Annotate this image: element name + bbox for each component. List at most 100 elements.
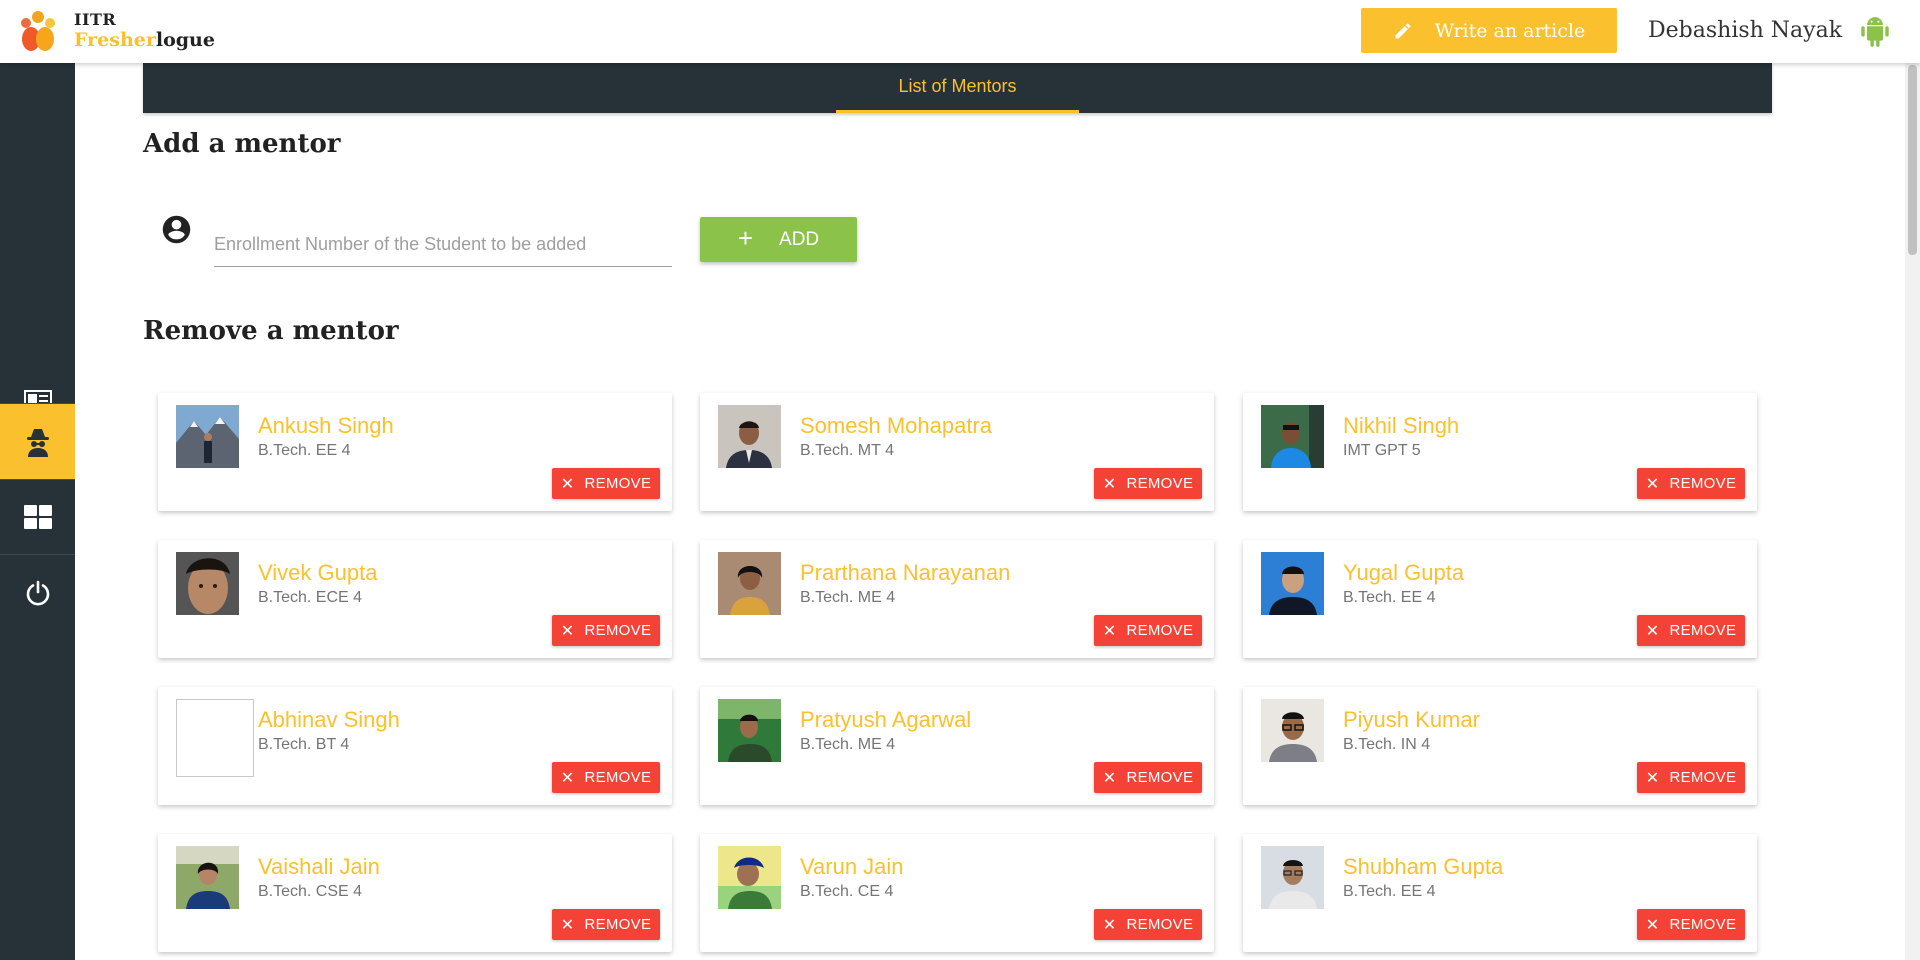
remove-button-label: REMOVE xyxy=(584,916,652,933)
close-icon: ✕ xyxy=(560,916,575,934)
close-icon: ✕ xyxy=(1645,622,1660,640)
sidebar-item-mentors[interactable] xyxy=(0,404,75,479)
mentor-avatar xyxy=(176,846,239,909)
mentor-program: B.Tech. BT 4 xyxy=(258,736,350,753)
mentor-name[interactable]: Ankush Singh xyxy=(258,413,394,439)
remove-mentor-button[interactable]: ✕ REMOVE xyxy=(552,468,660,499)
mentor-avatar xyxy=(1261,846,1324,909)
user-name[interactable]: Debashish Nayak xyxy=(1648,18,1842,43)
mentor-program: B.Tech. EE 4 xyxy=(1343,883,1436,900)
close-icon: ✕ xyxy=(1645,769,1660,787)
close-icon: ✕ xyxy=(1102,475,1117,493)
remove-mentor-button[interactable]: ✕ REMOVE xyxy=(1637,909,1745,940)
write-article-button[interactable]: Write an article xyxy=(1361,8,1617,53)
mentor-card: Vaishali Jain B.Tech. CSE 4 ✕ REMOVE xyxy=(158,834,672,952)
mentor-program: B.Tech. CE 4 xyxy=(800,883,894,900)
tab-list-of-mentors[interactable]: List of Mentors xyxy=(836,63,1079,113)
sidebar xyxy=(0,63,75,960)
mentor-program: B.Tech. MT 4 xyxy=(800,442,894,459)
mentor-avatar xyxy=(718,405,781,468)
scrollbar-thumb[interactable] xyxy=(1908,65,1917,255)
mentor-name[interactable]: Yugal Gupta xyxy=(1343,560,1464,586)
mentor-avatar xyxy=(718,846,781,909)
mentor-card: Pratyush Agarwal B.Tech. ME 4 ✕ REMOVE xyxy=(700,687,1214,805)
mentor-program: B.Tech. IN 4 xyxy=(1343,736,1431,753)
remove-button-label: REMOVE xyxy=(1669,769,1737,786)
mentor-card: Somesh Mohapatra B.Tech. MT 4 ✕ REMOVE xyxy=(700,393,1214,511)
close-icon: ✕ xyxy=(1645,475,1660,493)
close-icon: ✕ xyxy=(560,622,575,640)
mentor-card: Varun Jain B.Tech. CE 4 ✕ REMOVE xyxy=(700,834,1214,952)
tab-bar: List of Mentors xyxy=(143,63,1772,113)
spy-icon xyxy=(26,428,49,457)
sidebar-item-dashboard[interactable] xyxy=(0,479,75,554)
mentor-card: Yugal Gupta B.Tech. EE 4 ✕ REMOVE xyxy=(1243,540,1757,658)
mentor-avatar xyxy=(176,552,239,615)
add-mentor-button[interactable]: + ADD xyxy=(700,217,857,262)
brand-fresher: Fresher xyxy=(74,29,156,51)
remove-mentor-heading: Remove a mentor xyxy=(143,316,399,346)
remove-mentor-button[interactable]: ✕ REMOVE xyxy=(552,762,660,793)
remove-button-label: REMOVE xyxy=(1669,916,1737,933)
remove-button-label: REMOVE xyxy=(584,475,652,492)
mentor-program: B.Tech. ECE 4 xyxy=(258,589,363,606)
remove-mentor-button[interactable]: ✕ REMOVE xyxy=(1637,615,1745,646)
mentor-name[interactable]: Prarthana Narayanan xyxy=(800,560,1010,586)
close-icon: ✕ xyxy=(1645,916,1660,934)
remove-mentor-button[interactable]: ✕ REMOVE xyxy=(1094,468,1202,499)
remove-button-label: REMOVE xyxy=(1669,475,1737,492)
power-icon xyxy=(26,580,49,605)
mentor-avatar xyxy=(1261,699,1324,762)
mentor-name[interactable]: Abhinav Singh xyxy=(258,707,400,733)
sidebar-item-logout[interactable] xyxy=(0,555,75,630)
mentor-name[interactable]: Varun Jain xyxy=(800,854,904,880)
enrollment-number-input[interactable] xyxy=(214,222,672,267)
mentor-card: Prarthana Narayanan B.Tech. ME 4 ✕ REMOVE xyxy=(700,540,1214,658)
android-icon[interactable] xyxy=(1861,16,1889,48)
remove-mentor-button[interactable]: ✕ REMOVE xyxy=(552,615,660,646)
mentor-program: B.Tech. CSE 4 xyxy=(258,883,363,900)
plus-icon: + xyxy=(737,223,754,253)
mentor-program: B.Tech. ME 4 xyxy=(800,736,896,753)
remove-mentor-button[interactable]: ✕ REMOVE xyxy=(1637,762,1745,793)
pencil-icon xyxy=(1395,22,1411,38)
brand-name[interactable]: IITR Fresherlogue xyxy=(74,12,215,50)
remove-mentor-button[interactable]: ✕ REMOVE xyxy=(1094,762,1202,793)
mentor-avatar xyxy=(718,552,781,615)
close-icon: ✕ xyxy=(560,475,575,493)
mentor-name[interactable]: Pratyush Agarwal xyxy=(800,707,971,733)
mentor-name[interactable]: Piyush Kumar xyxy=(1343,707,1480,733)
mentor-avatar xyxy=(176,699,254,777)
close-icon: ✕ xyxy=(560,769,575,787)
remove-mentor-button[interactable]: ✕ REMOVE xyxy=(1094,615,1202,646)
logo-icon[interactable] xyxy=(18,9,58,53)
mentor-name[interactable]: Somesh Mohapatra xyxy=(800,413,992,439)
add-mentor-heading: Add a mentor xyxy=(143,129,341,159)
mentor-card: Abhinav Singh B.Tech. BT 4 ✕ REMOVE xyxy=(158,687,672,805)
mentor-program: IMT GPT 5 xyxy=(1343,442,1421,459)
remove-button-label: REMOVE xyxy=(1126,916,1194,933)
scrollbar[interactable] xyxy=(1905,63,1920,960)
mentor-name[interactable]: Shubham Gupta xyxy=(1343,854,1503,880)
brand-line2: Fresherlogue xyxy=(74,31,215,50)
mentor-program: B.Tech. EE 4 xyxy=(1343,589,1436,606)
mentor-avatar xyxy=(1261,552,1324,615)
remove-mentor-button[interactable]: ✕ REMOVE xyxy=(1637,468,1745,499)
close-icon: ✕ xyxy=(1102,769,1117,787)
mentor-card: Piyush Kumar B.Tech. IN 4 ✕ REMOVE xyxy=(1243,687,1757,805)
remove-button-label: REMOVE xyxy=(1669,622,1737,639)
mentor-name[interactable]: Vaishali Jain xyxy=(258,854,380,880)
remove-mentor-button[interactable]: ✕ REMOVE xyxy=(1094,909,1202,940)
mentor-name[interactable]: Nikhil Singh xyxy=(1343,413,1459,439)
mentor-program: B.Tech. ME 4 xyxy=(800,589,896,606)
remove-button-label: REMOVE xyxy=(584,769,652,786)
write-article-label: Write an article xyxy=(1434,19,1586,42)
mentor-name[interactable]: Vivek Gupta xyxy=(258,560,377,586)
remove-mentor-button[interactable]: ✕ REMOVE xyxy=(552,909,660,940)
top-bar: IITR Fresherlogue Write an article Debas… xyxy=(0,0,1920,63)
mentor-card: Nikhil Singh IMT GPT 5 ✕ REMOVE xyxy=(1243,393,1757,511)
mentor-card: Shubham Gupta B.Tech. EE 4 ✕ REMOVE xyxy=(1243,834,1757,952)
remove-button-label: REMOVE xyxy=(1126,475,1194,492)
brand-line1: IITR xyxy=(74,10,117,29)
mentor-avatar xyxy=(718,699,781,762)
